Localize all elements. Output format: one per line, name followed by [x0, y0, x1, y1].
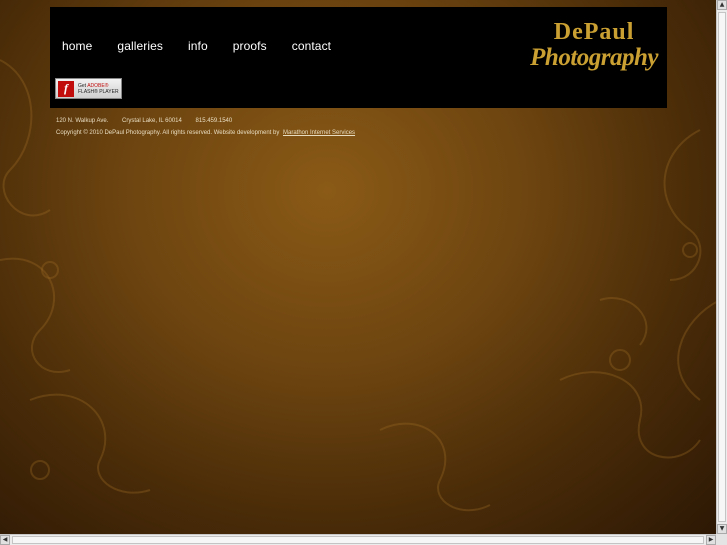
logo-line-2: Photography [530, 44, 658, 71]
flash-badge-text: Get ADOBE® FLASH® PLAYER [78, 83, 119, 95]
nav-galleries[interactable]: galleries [117, 39, 163, 53]
vertical-scroll-thumb[interactable] [718, 12, 726, 522]
footer-copyright-line: Copyright © 2010 DePaul Photography. All… [56, 130, 355, 136]
nav-proofs[interactable]: proofs [233, 39, 267, 53]
site-logo[interactable]: DePaul Photography [530, 20, 658, 72]
flash-player-text: FLASH® PLAYER [78, 88, 119, 95]
scroll-left-button[interactable]: ◀ [0, 535, 10, 545]
nav-info[interactable]: info [188, 39, 208, 53]
footer-dev-link[interactable]: Marathon Internet Services [283, 130, 355, 136]
footer-copyright: Copyright © 2010 DePaul Photography. All… [56, 130, 280, 136]
scroll-up-button[interactable]: ▲ [717, 0, 727, 10]
footer-address-line: 120 N. Walkup Ave. Crystal Lake, IL 6001… [56, 118, 244, 124]
flash-icon: f [58, 80, 74, 97]
scroll-down-button[interactable]: ▼ [717, 524, 727, 534]
get-flash-player-badge[interactable]: f Get ADOBE® FLASH® PLAYER [55, 78, 122, 99]
horizontal-scroll-thumb[interactable] [12, 536, 704, 544]
footer-address: 120 N. Walkup Ave. [56, 118, 109, 124]
vertical-scrollbar[interactable]: ▲ ▼ [716, 0, 727, 534]
main-nav: home galleries info proofs contact [62, 39, 356, 53]
footer-city: Crystal Lake, IL 60014 [122, 118, 182, 124]
horizontal-scrollbar[interactable]: ◀ ▶ [0, 534, 716, 545]
scroll-right-button[interactable]: ▶ [706, 535, 716, 545]
site-header: home galleries info proofs contact DePau… [50, 7, 667, 108]
nav-home[interactable]: home [62, 39, 92, 53]
nav-contact[interactable]: contact [292, 39, 331, 53]
logo-line-1: DePaul [553, 19, 635, 45]
footer-phone: 815.459.1540 [195, 118, 233, 124]
scrollbar-corner [716, 534, 727, 545]
